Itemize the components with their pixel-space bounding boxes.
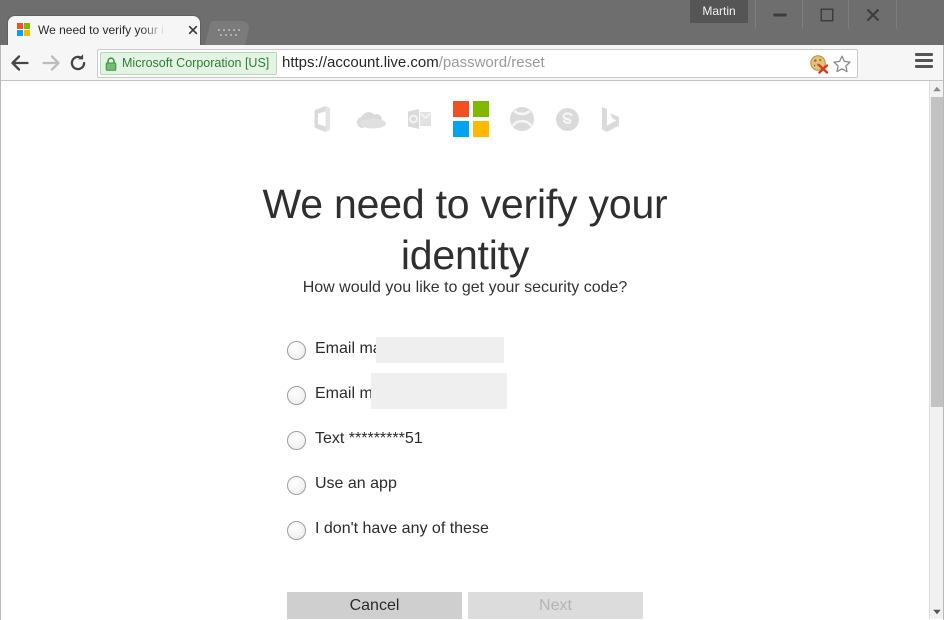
browser-window: We need to verify your ide Martin [0,0,944,620]
url-path: /password/reset [438,54,545,71]
new-tab-button[interactable] [205,21,251,45]
onedrive-icon [356,112,386,129]
outlook-icon [407,109,431,129]
radio-use-an-app[interactable] [287,476,306,495]
microsoft-logo-favicon-icon [17,23,32,38]
lock-icon [105,56,117,71]
option-none-of-these[interactable]: I don't have any of these [287,511,707,556]
option-label-use-an-app: Use an app [315,475,397,492]
form-actions: Cancel Next [287,592,707,619]
page-scrollbar[interactable] [929,81,943,619]
radio-none-of-these[interactable] [287,521,306,540]
reload-button[interactable] [66,51,90,75]
verification-options-list: Email ma Email ma Text *********51 Use a… [287,331,707,556]
browser-tab[interactable]: We need to verify your ide [8,16,200,45]
xbox-icon [509,107,534,131]
chrome-menu-icon[interactable] [915,53,933,68]
microsoft-logo-icon [452,101,489,137]
url-host: https://account.live.com [282,54,439,71]
option-use-an-app[interactable]: Use an app [287,466,707,511]
tab-title: We need to verify your ide [38,23,163,37]
profile-name: Martin [702,4,736,18]
forward-button[interactable] [39,51,63,75]
tab-strip: We need to verify your ide Martin [0,0,944,45]
skype-icon [555,107,579,131]
profile-chip[interactable]: Martin [690,0,748,23]
back-button[interactable] [8,51,32,75]
scroll-down-icon[interactable] [930,604,943,619]
scroll-up-icon[interactable] [930,81,943,96]
cookies-blocked-icon[interactable] [809,54,829,74]
window-close-button[interactable] [848,0,897,29]
option-text-sms[interactable]: Text *********51 [287,421,707,466]
new-tab-dots-icon [218,29,240,37]
window-maximize-button[interactable] [802,0,850,29]
ev-certificate-badge[interactable]: Microsoft Corporation [US] [100,52,278,75]
url-text: https://account.live.com/password/reset [282,50,545,75]
window-border-left [0,45,1,620]
option-email-2[interactable]: Email ma [287,373,707,421]
window-minimize-button[interactable] [755,0,803,29]
address-bar[interactable]: Microsoft Corporation [US] https://accou… [97,49,858,78]
cancel-button[interactable]: Cancel [287,592,462,619]
ev-certificate-text: Microsoft Corporation [US] [122,56,270,70]
next-button[interactable]: Next [468,592,643,619]
bing-icon [601,106,619,132]
redaction-box-email-1 [376,337,504,363]
option-label-email-1: Email ma [315,340,382,357]
microsoft-brand-icon-row [1,101,929,137]
redaction-box-email-2 [371,373,507,409]
scrollbar-thumb[interactable] [931,97,943,407]
page-viewport: We need to verify your identity How woul… [1,81,929,619]
option-label-text-sms: Text *********51 [315,430,423,447]
bookmark-star-icon[interactable] [832,54,852,74]
page-heading: We need to verify your identity [262,181,668,279]
security-code-prompt: How would you like to get your security … [302,279,628,296]
option-label-none-of-these: I don't have any of these [315,520,489,537]
radio-email-1[interactable] [287,341,306,360]
office-icon [314,106,330,132]
radio-text-sms[interactable] [287,431,306,450]
tab-close-icon[interactable] [186,23,200,37]
option-email-1[interactable]: Email ma [287,331,707,376]
radio-email-2[interactable] [287,386,306,405]
browser-toolbar: Microsoft Corporation [US] https://accou… [0,45,944,81]
